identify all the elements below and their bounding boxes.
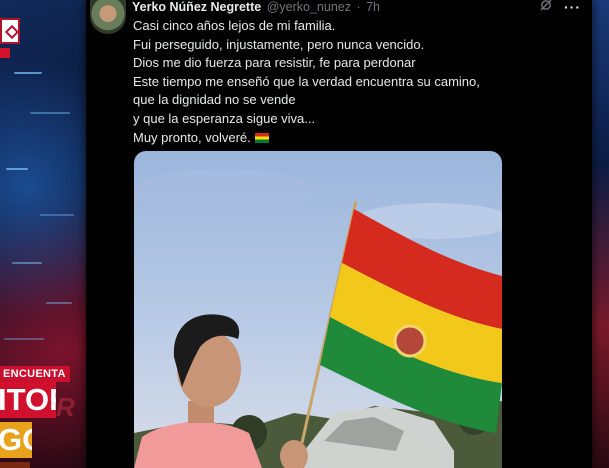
tweet-card[interactable]: Yerko Núñez Negrette @yerko_nunez · 7h ·…	[86, 0, 592, 468]
lower-third-bar	[0, 462, 30, 468]
light-streak	[14, 72, 42, 74]
light-streak	[46, 302, 72, 304]
light-streak	[4, 338, 44, 340]
tweet-line: que la dignidad no se vende	[133, 92, 296, 108]
header-actions: ···	[540, 0, 581, 14]
tweet-line: Dios me dio fuerza para resistir, fe par…	[133, 55, 416, 71]
tweet-line: Casi cinco años lejos de mi familia.	[133, 18, 336, 33]
separator: ·	[356, 0, 361, 14]
light-streak	[30, 112, 70, 114]
broadcast-lower-third: ENCUENTA ITOR GO	[0, 366, 92, 468]
avatar[interactable]	[90, 0, 126, 34]
broadcast-background-right	[592, 0, 609, 468]
coat-of-arms	[393, 324, 427, 358]
light-streak	[6, 168, 28, 170]
tweet-header: Yerko Núñez Negrette @yerko_nunez · 7h	[132, 0, 380, 15]
more-options-icon[interactable]: ···	[564, 0, 581, 14]
display-name[interactable]: Yerko Núñez Negrette	[132, 0, 261, 14]
grok-icon[interactable]	[540, 0, 552, 16]
live-tag	[0, 48, 10, 58]
lower-third-headline-1: ITOR	[0, 382, 56, 418]
tweet-line: Este tiempo me enseñó que la verdad encu…	[133, 73, 480, 89]
station-logo	[0, 18, 20, 44]
light-streak	[40, 214, 74, 216]
light-streak	[12, 262, 42, 264]
lower-third-headline-2: GO	[0, 422, 32, 458]
photo-illustration	[134, 151, 502, 468]
handle[interactable]: @yerko_nunez	[267, 0, 351, 14]
bolivia-flag-icon	[254, 132, 269, 143]
cloud	[134, 169, 314, 213]
tweet-text: Casi cinco años lejos de mi familia. Fui…	[133, 17, 573, 147]
tweet-line-text: Muy pronto, volveré.	[133, 129, 251, 145]
timestamp[interactable]: 7h	[366, 0, 380, 14]
tweet-media-photo[interactable]	[134, 151, 502, 468]
lower-third-kicker: ENCUENTA	[0, 366, 70, 382]
tweet-line: Fui perseguido, injustamente, pero nunca…	[133, 36, 425, 52]
tweet-line-last: Muy pronto, volveré.	[133, 129, 573, 148]
background-ghost-text: R	[56, 392, 75, 422]
tweet-line: y que la esperanza sigue viva...	[133, 110, 316, 126]
